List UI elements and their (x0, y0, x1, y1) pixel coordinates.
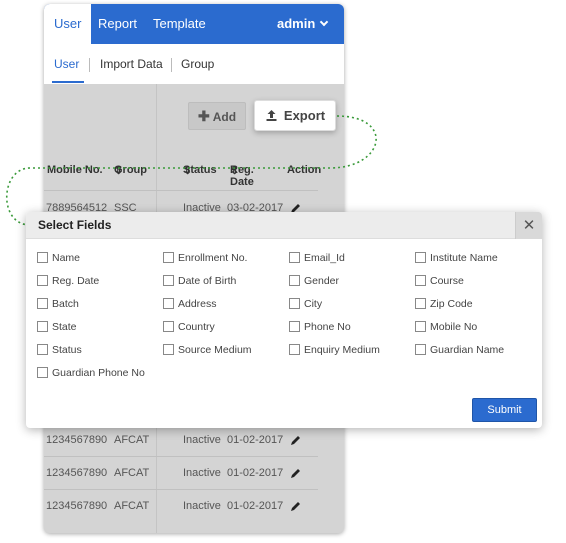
checkbox[interactable] (289, 321, 300, 332)
checkbox[interactable] (289, 252, 300, 263)
field-label: Source Medium (178, 344, 252, 356)
field-label: Date of Birth (178, 275, 237, 287)
close-button[interactable]: ✕ (515, 212, 542, 239)
field-label: Enquiry Medium (304, 344, 380, 356)
export-button[interactable]: Export (254, 100, 336, 131)
field-label: Guardian Name (430, 344, 505, 356)
field-label: Enrollment No. (178, 252, 248, 264)
field-label: Institute Name (430, 252, 498, 264)
field-label: Course (430, 275, 464, 287)
checkbox[interactable] (37, 275, 48, 286)
submit-button[interactable]: Submit (472, 398, 537, 422)
checkbox[interactable] (415, 298, 426, 309)
field-label: Phone No (304, 321, 351, 333)
checkbox[interactable] (37, 321, 48, 332)
field-label: Guardian Phone No (52, 367, 145, 379)
export-label: Export (283, 108, 326, 123)
select-fields-modal: Select Fields ✕ Name Enrollment No. Emai… (26, 212, 542, 428)
checkbox[interactable] (163, 321, 174, 332)
modal-title: Select Fields (38, 218, 112, 232)
close-icon: ✕ (522, 217, 536, 234)
upload-icon (266, 110, 277, 121)
checkbox[interactable] (289, 344, 300, 355)
field-label: Batch (52, 298, 79, 310)
checkbox[interactable] (37, 298, 48, 309)
field-label: City (304, 298, 323, 310)
field-label: Status (52, 344, 82, 356)
field-label: Mobile No (430, 321, 478, 333)
checkbox[interactable] (415, 275, 426, 286)
checkbox[interactable] (37, 344, 48, 355)
checkbox[interactable] (37, 367, 48, 378)
field-label: State (52, 321, 77, 333)
checkbox[interactable] (163, 298, 174, 309)
checkbox[interactable] (289, 275, 300, 286)
checkbox[interactable] (415, 252, 426, 263)
field-label: Email_Id (304, 252, 345, 264)
checkbox[interactable] (415, 321, 426, 332)
checkbox[interactable] (289, 298, 300, 309)
field-label: Gender (304, 275, 340, 287)
field-label: Address (178, 298, 217, 310)
checkbox[interactable] (37, 252, 48, 263)
field-label: Country (178, 321, 215, 333)
checkbox[interactable] (163, 252, 174, 263)
checkbox[interactable] (415, 344, 426, 355)
modal-header: Select Fields ✕ (26, 212, 542, 239)
field-label: Reg. Date (52, 275, 100, 287)
checkbox[interactable] (163, 275, 174, 286)
checkbox[interactable] (163, 344, 174, 355)
field-label: Zip Code (430, 298, 473, 310)
field-label: Name (52, 252, 81, 264)
